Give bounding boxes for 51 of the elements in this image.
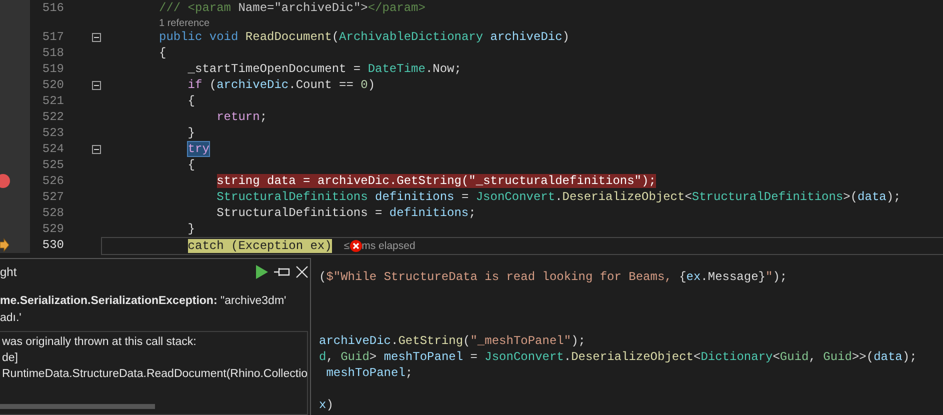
popup-title: ght — [0, 265, 18, 279]
line-number: 526 — [41, 173, 64, 189]
breakpoint-icon — [0, 174, 10, 188]
code-line: } — [188, 222, 195, 236]
code-line: ($"While StructureData is read looking for Beams, {ex.Message}"); — [319, 270, 788, 284]
code-line: _startTimeOpenDocument = DateTime.Now; — [188, 62, 462, 76]
call-stack-line: was originally thrown at this call stack: — [2, 335, 198, 350]
close-icon[interactable] — [296, 266, 308, 278]
line-number: 518 — [41, 45, 64, 61]
line-number: 524 — [41, 141, 64, 157]
exception-message: adı.' — [0, 311, 22, 326]
perf-tip-text[interactable]: ≤ — [344, 238, 350, 254]
line-number: 519 — [41, 61, 64, 77]
code-line: { — [188, 158, 195, 172]
pin-icon[interactable] — [274, 266, 290, 278]
line-number: 520 — [41, 77, 64, 93]
line-number: 529 — [41, 221, 64, 237]
call-stack-line: RuntimeData.StructureData.ReadDocument(Rhino.Collectio — [2, 367, 307, 382]
collapse-icon[interactable] — [92, 80, 100, 90]
scrollbar[interactable] — [0, 404, 155, 409]
call-stack-line: de] — [2, 351, 19, 366]
perf-tip-text[interactable]: ms elapsed — [362, 238, 416, 254]
line-number: 521 — [41, 93, 64, 109]
code-line: { — [159, 46, 166, 60]
arrow-icon — [0, 238, 9, 252]
code-line: return; — [216, 110, 268, 124]
line-number: 516 — [41, 0, 64, 16]
codelens-link[interactable]: 1 reference — [159, 18, 210, 29]
code-line: archiveDic.GetString("_meshToPanel"); — [319, 334, 586, 348]
code-line: { — [188, 94, 195, 108]
collapse-icon[interactable] — [92, 32, 100, 42]
code-line: } — [188, 126, 195, 140]
exception-message: me.Serialization.SerializationException: "archive3dm' — [0, 294, 288, 309]
line-number: 530 — [41, 237, 64, 254]
line-number: 528 — [41, 205, 64, 221]
line-number: 522 — [41, 109, 64, 125]
line-number: 527 — [41, 189, 64, 205]
code-line: d, Guid> meshToPanel = JsonConvert.DeserializeObject<Dictionary<Guid, Guid>>(data); — [319, 350, 917, 364]
code-line: meshToPanel; — [325, 366, 413, 380]
line-number: 517 — [41, 29, 64, 45]
error-icon — [350, 240, 362, 252]
code-line: StructuralDefinitions = definitions; — [216, 206, 476, 220]
continue-icon[interactable] — [255, 265, 268, 279]
line-number: 525 — [41, 157, 64, 173]
collapse-icon[interactable] — [92, 144, 100, 154]
code-line: /// <param Name="archiveDic"></param> — [159, 1, 426, 15]
line-number: 523 — [41, 125, 64, 141]
code-line: public void ReadDocument(ArchivableDictionary archiveDic) — [159, 30, 570, 44]
code-line: StructuralDefinitions definitions = JsonConvert.DeserializeObject<StructuralDefinitions>(data); — [216, 190, 901, 204]
code-line: if (archiveDic.Count == 0) — [188, 78, 376, 92]
code-line: x) — [319, 398, 334, 412]
